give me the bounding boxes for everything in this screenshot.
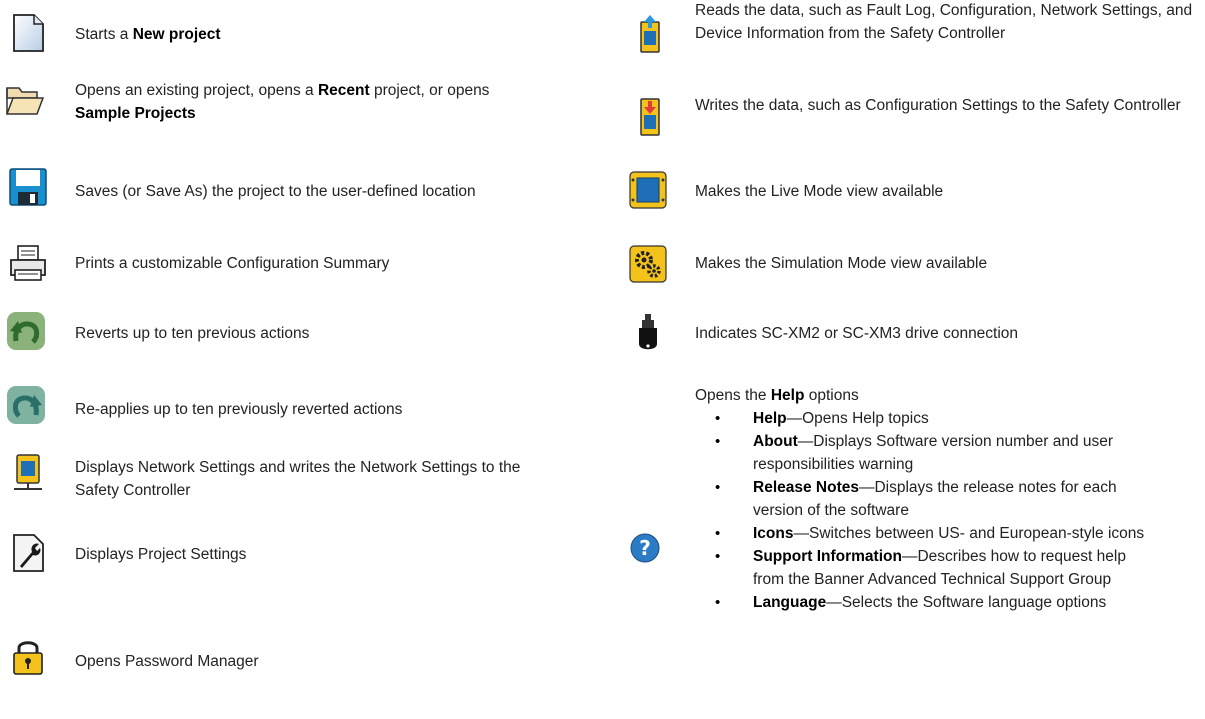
help-options-description: Opens the Help options Help—Opens Help t… xyxy=(695,384,1200,614)
description-text: Prints a customizable Configuration Summ… xyxy=(75,255,390,272)
printer-icon xyxy=(8,243,48,283)
live-mode-icon xyxy=(628,170,668,210)
description-text: project, or opens xyxy=(369,82,490,99)
padlock-icon xyxy=(8,636,48,676)
project-settings-description: Displays Project Settings xyxy=(75,543,595,566)
description-text: Displays Network Settings and writes the… xyxy=(75,459,521,499)
help-option-term: About xyxy=(753,433,798,450)
help-option-text: —Selects the Software language options xyxy=(826,594,1107,611)
help-option-text: —Switches between US- and European-style… xyxy=(793,525,1145,542)
live-mode-description: Makes the Live Mode view available xyxy=(695,180,1200,203)
new-file-icon xyxy=(8,13,48,53)
description-text: Saves (or Save As) the project to the us… xyxy=(75,183,476,200)
bold-term: Help xyxy=(770,387,805,404)
bold-term: Sample Projects xyxy=(75,105,196,122)
help-options-list: Help—Opens Help topicsAbout—Displays Sof… xyxy=(715,407,1145,614)
network-settings-description: Displays Network Settings and writes the… xyxy=(75,456,535,502)
help-option-item: Help—Opens Help topics xyxy=(715,407,1145,430)
usb-drive-icon xyxy=(628,313,668,353)
description-text: Reads the data, such as Fault Log, Confi… xyxy=(695,2,1193,42)
simulation-mode-description: Makes the Simulation Mode view available xyxy=(695,252,1200,275)
description-text: Writes the data, such as Configuration S… xyxy=(695,97,1181,114)
description-text: Starts a xyxy=(75,26,133,43)
description-text: Indicates SC-XM2 or SC-XM3 drive connect… xyxy=(695,325,1019,342)
description-text: Makes the Live Mode view available xyxy=(695,183,944,200)
help-option-item: Icons—Switches between US- and European-… xyxy=(715,522,1145,545)
undo-arrow-icon xyxy=(6,311,46,351)
help-option-term: Support Information xyxy=(753,548,902,565)
help-question-icon: ? xyxy=(630,533,660,563)
help-option-term: Help xyxy=(753,410,787,427)
read-controller-icon xyxy=(630,14,670,54)
write-data-description: Writes the data, such as Configuration S… xyxy=(695,94,1200,117)
write-controller-icon xyxy=(630,97,670,137)
help-option-text: —Displays Software version number and us… xyxy=(753,433,1114,473)
help-option-item: Support Information—Describes how to req… xyxy=(715,545,1145,591)
redo-arrow-icon xyxy=(6,385,46,425)
undo-description: Reverts up to ten previous actions xyxy=(75,322,595,345)
redo-description: Re-applies up to ten previously reverted… xyxy=(75,398,595,421)
print-summary-description: Prints a customizable Configuration Summ… xyxy=(75,252,595,275)
wrench-settings-icon xyxy=(8,533,48,573)
help-option-item: About—Displays Software version number a… xyxy=(715,430,1145,476)
description-text: Opens an existing project, opens a xyxy=(75,82,318,99)
open-folder-icon xyxy=(5,80,45,120)
open-project-description: Opens an existing project, opens a Recen… xyxy=(75,79,545,125)
help-option-text: —Opens Help topics xyxy=(786,410,929,427)
description-text: Opens Password Manager xyxy=(75,653,259,670)
help-option-term: Icons xyxy=(753,525,794,542)
description-text: Reverts up to ten previous actions xyxy=(75,325,310,342)
help-option-term: Release Notes xyxy=(753,479,859,496)
network-device-icon xyxy=(8,452,48,492)
description-text: options xyxy=(804,387,859,404)
save-disk-icon xyxy=(8,167,48,207)
help-option-item: Release Notes—Displays the release notes… xyxy=(715,476,1145,522)
read-data-description: Reads the data, such as Fault Log, Confi… xyxy=(695,0,1200,45)
description-text: Re-applies up to ten previously reverted… xyxy=(75,401,403,418)
password-manager-description: Opens Password Manager xyxy=(75,650,595,673)
bold-term: New project xyxy=(132,26,221,43)
help-option-item: Language—Selects the Software language o… xyxy=(715,591,1145,614)
description-text: Opens the xyxy=(695,387,771,404)
new-project-description: Starts a New project xyxy=(75,23,545,46)
bold-term: Recent xyxy=(317,82,370,99)
drive-connection-description: Indicates SC-XM2 or SC-XM3 drive connect… xyxy=(695,322,1200,345)
description-text: Makes the Simulation Mode view available xyxy=(695,255,988,272)
help-intro: Opens the Help options xyxy=(695,384,1200,407)
svg-text:?: ? xyxy=(639,536,651,560)
save-project-description: Saves (or Save As) the project to the us… xyxy=(75,180,595,203)
simulation-gears-icon xyxy=(628,244,668,284)
help-option-term: Language xyxy=(753,594,827,611)
description-text: Displays Project Settings xyxy=(75,546,247,563)
